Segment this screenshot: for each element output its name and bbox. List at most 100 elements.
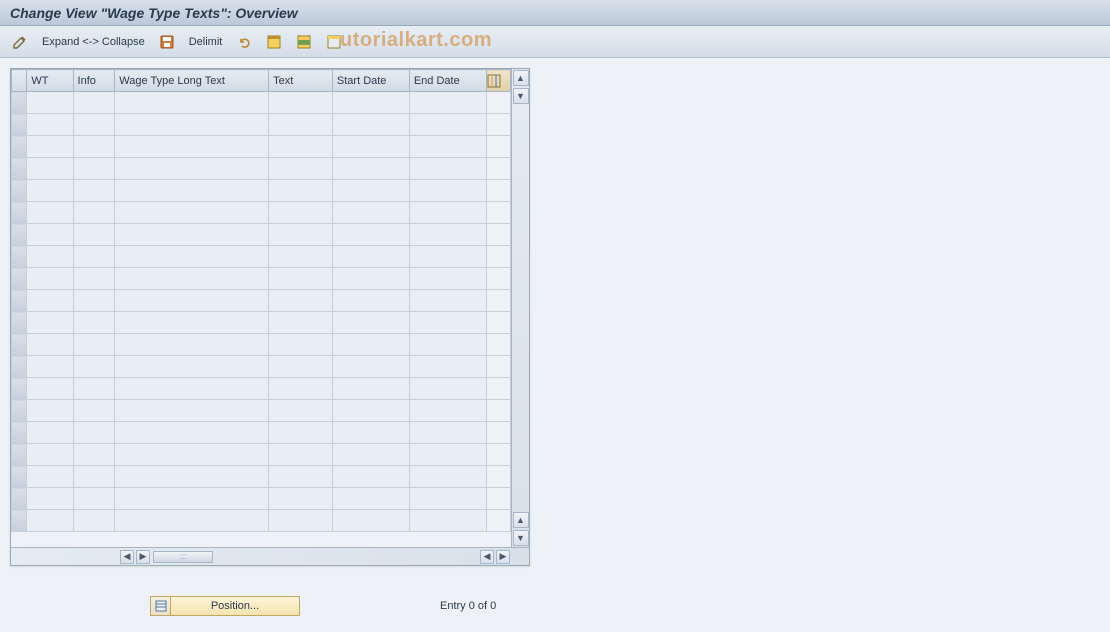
table-row[interactable]: [12, 290, 511, 312]
table-cell[interactable]: [27, 114, 73, 136]
table-cell[interactable]: [269, 378, 333, 400]
table-cell[interactable]: [269, 488, 333, 510]
table-cell[interactable]: [409, 92, 486, 114]
column-header-startdate[interactable]: Start Date: [332, 70, 409, 92]
table-cell[interactable]: [27, 202, 73, 224]
table-cell[interactable]: [27, 378, 73, 400]
table-cell[interactable]: [332, 202, 409, 224]
table-cell[interactable]: [73, 312, 115, 334]
table-cell[interactable]: [73, 334, 115, 356]
row-selector[interactable]: [12, 290, 27, 312]
row-selector[interactable]: [12, 92, 27, 114]
row-selector[interactable]: [12, 312, 27, 334]
table-cell[interactable]: [269, 400, 333, 422]
table-cell[interactable]: [332, 422, 409, 444]
table-cell[interactable]: [115, 312, 269, 334]
table-cell[interactable]: [269, 246, 333, 268]
table-row[interactable]: [12, 268, 511, 290]
table-cell[interactable]: [115, 136, 269, 158]
table-cell[interactable]: [332, 224, 409, 246]
table-cell[interactable]: [27, 312, 73, 334]
hscroll-thumb[interactable]: :::: [153, 551, 213, 563]
save-button[interactable]: [155, 31, 179, 53]
table-row[interactable]: [12, 136, 511, 158]
table-cell[interactable]: [269, 444, 333, 466]
table-cell[interactable]: [115, 158, 269, 180]
table-cell[interactable]: [409, 224, 486, 246]
table-cell[interactable]: [27, 466, 73, 488]
table-cell[interactable]: [269, 136, 333, 158]
column-header-longtext[interactable]: Wage Type Long Text: [115, 70, 269, 92]
column-header-enddate[interactable]: End Date: [409, 70, 486, 92]
table-cell[interactable]: [27, 180, 73, 202]
table-cell[interactable]: [115, 92, 269, 114]
table-cell[interactable]: [115, 180, 269, 202]
row-selector[interactable]: [12, 466, 27, 488]
deselect-all-button[interactable]: [322, 31, 346, 53]
table-cell[interactable]: [332, 488, 409, 510]
table-cell[interactable]: [73, 510, 115, 532]
table-cell[interactable]: [73, 114, 115, 136]
table-cell[interactable]: [269, 466, 333, 488]
table-cell[interactable]: [27, 510, 73, 532]
undo-button[interactable]: [232, 31, 256, 53]
table-cell[interactable]: [115, 400, 269, 422]
table-cell[interactable]: [409, 466, 486, 488]
table-row[interactable]: [12, 444, 511, 466]
row-selector[interactable]: [12, 114, 27, 136]
table-cell[interactable]: [269, 114, 333, 136]
scroll-left-button[interactable]: ◀: [120, 550, 134, 564]
row-selector[interactable]: [12, 180, 27, 202]
table-cell[interactable]: [115, 246, 269, 268]
table-cell[interactable]: [409, 400, 486, 422]
table-cell[interactable]: [73, 378, 115, 400]
table-cell[interactable]: [115, 334, 269, 356]
row-selector[interactable]: [12, 378, 27, 400]
row-selector[interactable]: [12, 422, 27, 444]
table-cell[interactable]: [409, 444, 486, 466]
expand-collapse-label[interactable]: Expand <-> Collapse: [42, 36, 145, 48]
table-row[interactable]: [12, 92, 511, 114]
table-cell[interactable]: [269, 422, 333, 444]
page-up-button[interactable]: ▲: [513, 512, 529, 528]
table-cell[interactable]: [269, 510, 333, 532]
table-cell[interactable]: [73, 92, 115, 114]
table-cell[interactable]: [269, 312, 333, 334]
table-cell[interactable]: [332, 400, 409, 422]
table-cell[interactable]: [332, 246, 409, 268]
select-block-button[interactable]: [292, 31, 316, 53]
table-cell[interactable]: [332, 136, 409, 158]
table-row[interactable]: [12, 356, 511, 378]
table-cell[interactable]: [27, 224, 73, 246]
table-cell[interactable]: [332, 114, 409, 136]
table-cell[interactable]: [332, 92, 409, 114]
table-cell[interactable]: [409, 246, 486, 268]
table-cell[interactable]: [332, 158, 409, 180]
scroll-right-button[interactable]: ▶: [496, 550, 510, 564]
table-row[interactable]: [12, 246, 511, 268]
table-cell[interactable]: [115, 422, 269, 444]
table-cell[interactable]: [27, 334, 73, 356]
position-button[interactable]: Position...: [150, 596, 300, 616]
table-cell[interactable]: [115, 114, 269, 136]
table-cell[interactable]: [27, 290, 73, 312]
table-cell[interactable]: [73, 136, 115, 158]
table-cell[interactable]: [332, 312, 409, 334]
row-selector[interactable]: [12, 136, 27, 158]
table-row[interactable]: [12, 488, 511, 510]
selection-column-header[interactable]: [12, 70, 27, 92]
row-selector[interactable]: [12, 202, 27, 224]
table-cell[interactable]: [332, 290, 409, 312]
table-cell[interactable]: [27, 400, 73, 422]
table-cell[interactable]: [27, 422, 73, 444]
table-cell[interactable]: [73, 224, 115, 246]
table-cell[interactable]: [73, 202, 115, 224]
table-cell[interactable]: [27, 136, 73, 158]
table-row[interactable]: [12, 158, 511, 180]
table-config-button[interactable]: [486, 70, 510, 92]
table-cell[interactable]: [409, 290, 486, 312]
scroll-right-inner-button[interactable]: ▶: [136, 550, 150, 564]
table-cell[interactable]: [73, 444, 115, 466]
table-cell[interactable]: [332, 356, 409, 378]
table-cell[interactable]: [332, 444, 409, 466]
